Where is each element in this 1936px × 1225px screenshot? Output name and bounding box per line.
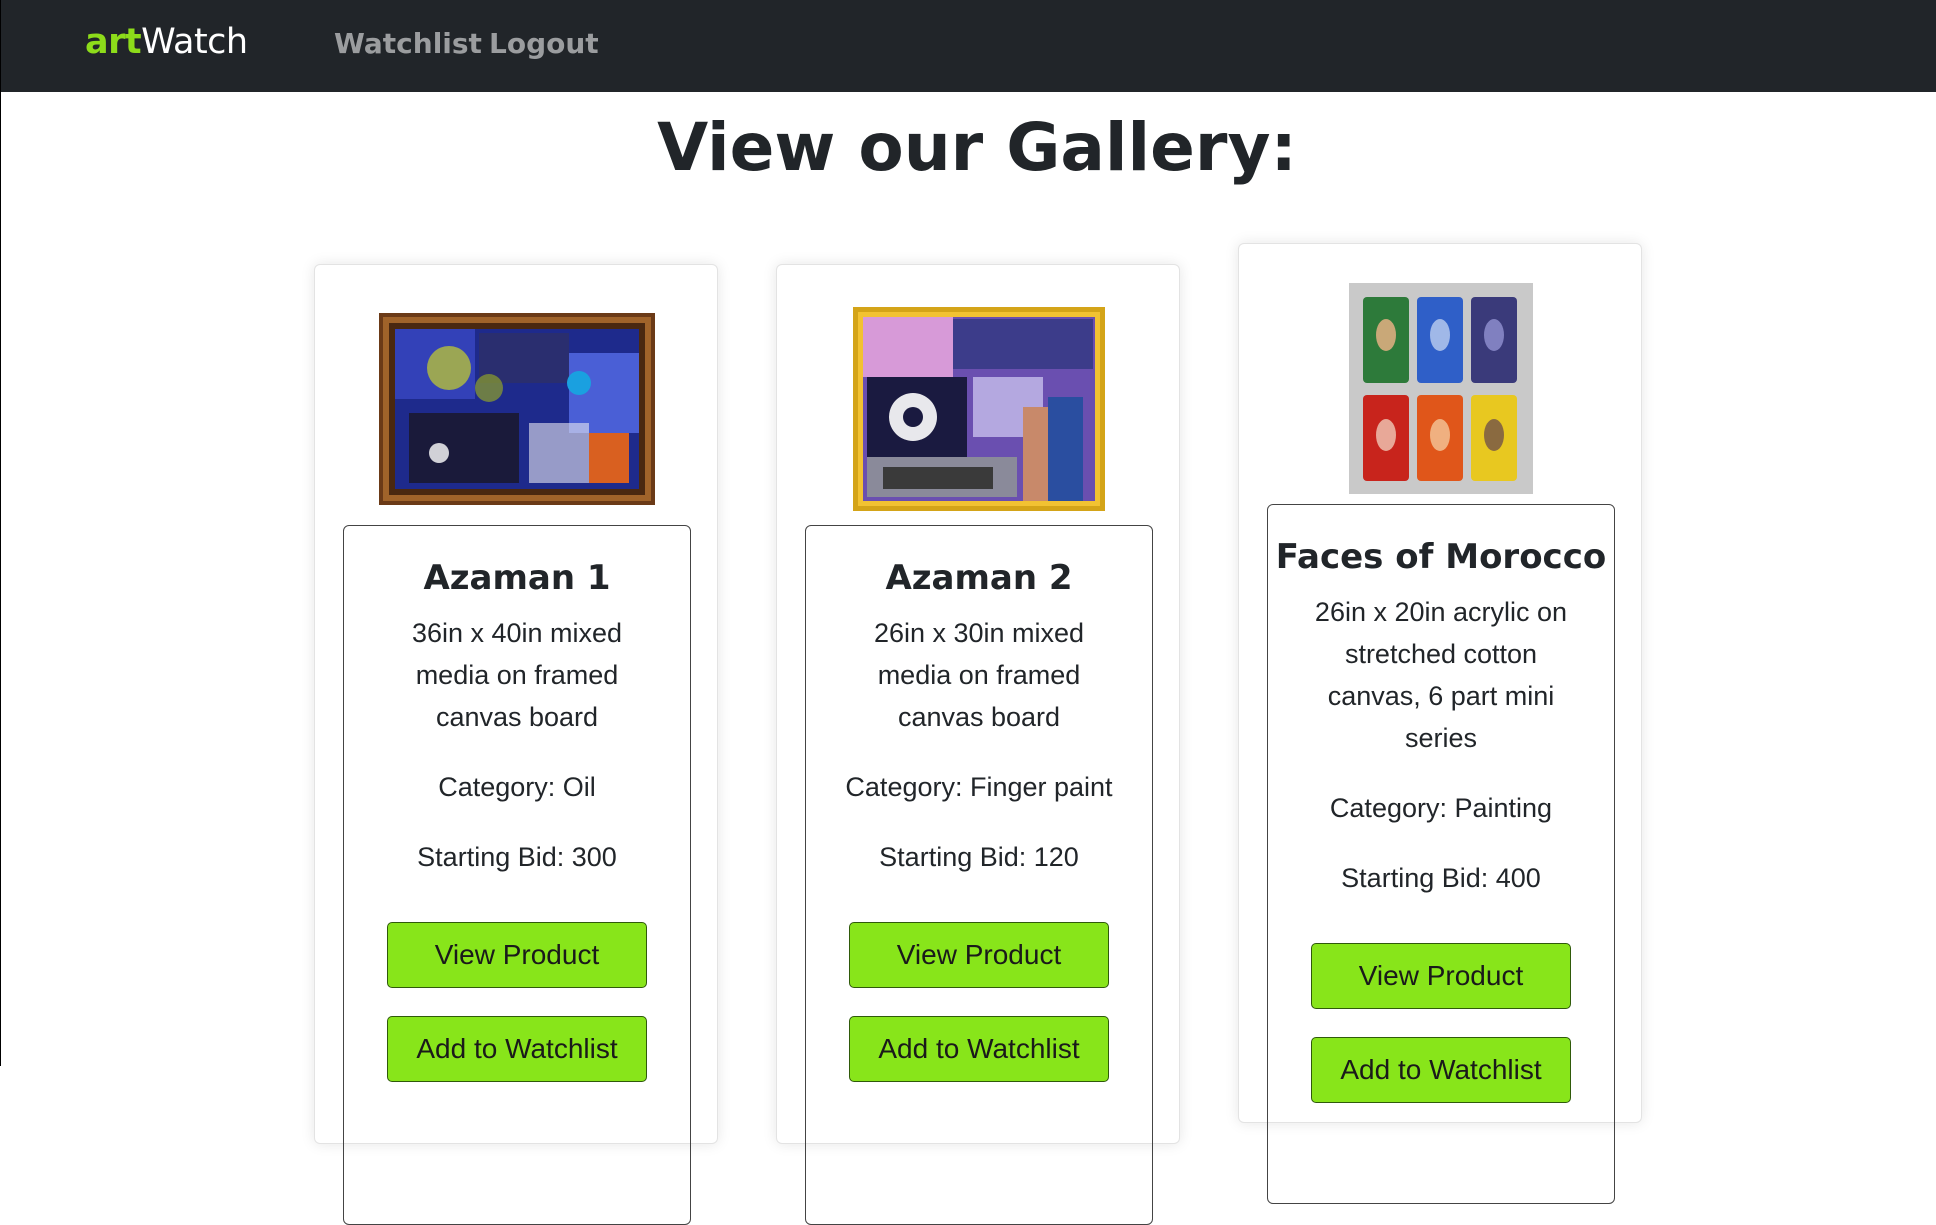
product-image[interactable] (853, 307, 1105, 511)
product-description: 26in x 20in acrylic on stretched cotton … (1314, 597, 1568, 753)
product-category: Category: Painting (1329, 793, 1553, 823)
nav-logout-link[interactable]: Logout (489, 26, 599, 62)
page-title: View our Gallery: (657, 109, 1297, 186)
product-image[interactable] (379, 313, 655, 505)
brand-accent: art (85, 22, 142, 62)
add-to-watchlist-button[interactable]: Add to Watchlist (387, 1016, 647, 1082)
product-card: Azaman 1 36in x 40in mixed media on fram… (314, 264, 718, 1225)
product-card: Azaman 2 26in x 30in mixed media on fram… (776, 264, 1180, 1225)
product-image[interactable] (1349, 283, 1533, 494)
product-category: Category: Oil (438, 772, 596, 802)
brand-rest: Watch (141, 22, 248, 62)
product-card: Faces of Morocco 26in x 20in acrylic on … (1238, 243, 1642, 1204)
product-starting-bid: Starting Bid: 400 (1341, 863, 1541, 893)
add-to-watchlist-button[interactable]: Add to Watchlist (1311, 1037, 1571, 1103)
product-name: Faces of Morocco (1275, 537, 1607, 577)
product-name: Azaman 1 (423, 558, 611, 598)
add-to-watchlist-button[interactable]: Add to Watchlist (849, 1016, 1109, 1082)
view-product-button[interactable]: View Product (849, 922, 1109, 988)
product-name: Azaman 2 (885, 558, 1073, 598)
product-category: Category: Finger paint (845, 772, 1113, 802)
product-info: Faces of Morocco 26in x 20in acrylic on … (1267, 504, 1615, 1204)
navbar: artWatch Watchlist Logout (1, 0, 1936, 92)
product-info: Azaman 2 26in x 30in mixed media on fram… (805, 525, 1153, 1225)
product-info: Azaman 1 36in x 40in mixed media on fram… (343, 525, 691, 1225)
product-starting-bid: Starting Bid: 300 (417, 842, 617, 872)
nav-watchlist-link[interactable]: Watchlist (334, 26, 482, 62)
product-description: 36in x 40in mixed media on framed canvas… (411, 618, 623, 732)
product-starting-bid: Starting Bid: 120 (879, 842, 1079, 872)
view-product-button[interactable]: View Product (387, 922, 647, 988)
view-product-button[interactable]: View Product (1311, 943, 1571, 1009)
product-description: 26in x 30in mixed media on framed canvas… (873, 618, 1085, 732)
brand-logo[interactable]: artWatch (85, 20, 248, 65)
